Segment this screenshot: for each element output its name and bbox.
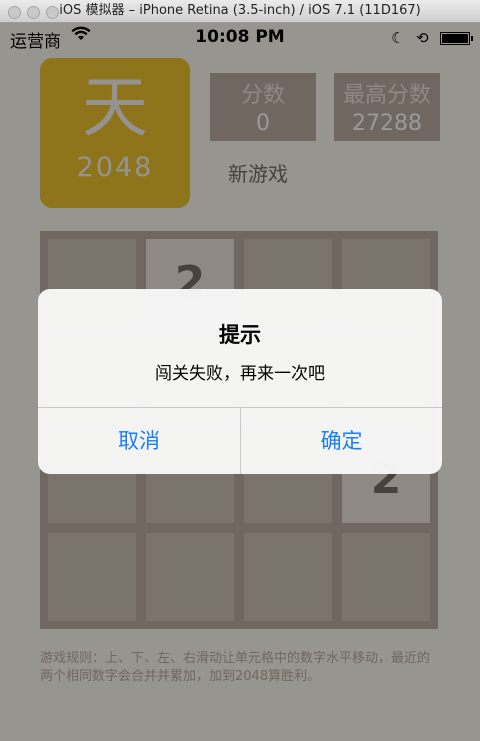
simulator-title-bar: iOS 模拟器 – iPhone Retina (3.5-inch) / iOS… (0, 0, 480, 23)
close-window-button[interactable] (8, 6, 21, 19)
zoom-window-button[interactable] (46, 6, 59, 19)
alert-buttons: 取消 确定 (38, 407, 442, 474)
window-title: iOS 模拟器 – iPhone Retina (3.5-inch) / iOS… (59, 3, 421, 18)
alert-dialog: 提示 闯关失败，再来一次吧 取消 确定 (38, 289, 442, 474)
cancel-button[interactable]: 取消 (38, 408, 240, 474)
alert-title: 提示 (219, 323, 261, 347)
alert-message: 闯关失败，再来一次吧 (155, 364, 325, 384)
minimize-window-button[interactable] (27, 6, 40, 19)
confirm-button[interactable]: 确定 (240, 408, 442, 474)
simulator-window: iOS 模拟器 – iPhone Retina (3.5-inch) / iOS… (0, 0, 480, 741)
device-screen: 运营商 10:08 PM ☾ ⟲ 天 2048 分数 0 最高分数 27288 … (0, 23, 480, 741)
